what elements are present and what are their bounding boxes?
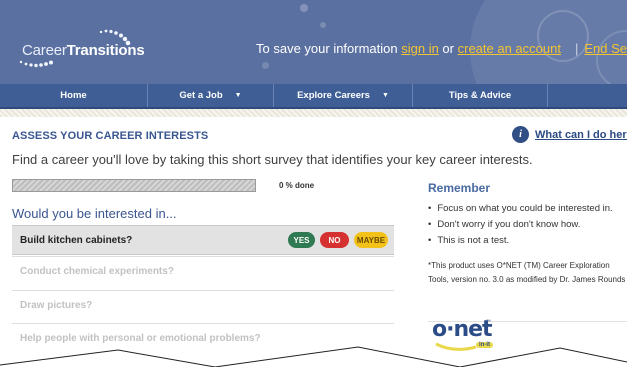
nav-item-label: Get a Job [179, 90, 223, 101]
main-nav: Home Get a Job ▼ Explore Careers ▼ Tips … [0, 84, 627, 109]
nav-item-tips-advice[interactable]: Tips & Advice [413, 84, 548, 107]
career-transitions-logo[interactable]: CareerTransitions [18, 28, 168, 68]
onet-disclaimer: *This product uses O*NET (TM) Career Exp… [428, 261, 626, 284]
create-account-link[interactable]: create an account [458, 41, 561, 56]
list-item: This is not a test. [428, 233, 613, 249]
save-info-message: To save your information sign in or crea… [256, 41, 627, 56]
nav-hatch-divider [0, 109, 627, 117]
page-title: ASSESS YOUR CAREER INTERESTS [12, 130, 209, 142]
maybe-button[interactable]: MAYBE [354, 232, 388, 248]
question-text: Build kitchen cabinets? [20, 234, 133, 246]
survey-progress-bar [12, 179, 256, 192]
question-row: Conduct chemical experiments? [12, 256, 394, 286]
logo-text-bold: Transitions [66, 42, 145, 59]
onet-logo-text: o·net [432, 317, 493, 342]
list-item: Don't worry if you don't know how. [428, 217, 613, 233]
header-divider: | [574, 41, 579, 56]
chevron-down-icon: ▼ [234, 92, 242, 99]
end-session-link[interactable]: End Sessio [584, 41, 627, 56]
chevron-down-icon: ▼ [381, 92, 389, 99]
onet-logo-tm: ™ [486, 319, 491, 325]
nav-item-label: Explore Careers [297, 90, 370, 101]
nav-item-get-a-job[interactable]: Get a Job ▼ [148, 84, 274, 107]
help-link-text: What can I do here? [535, 128, 627, 141]
yes-button[interactable]: YES [288, 232, 315, 248]
nav-item-label: Home [60, 90, 87, 101]
intro-text: Find a career you'll love by taking this… [12, 152, 533, 167]
site-header: CareerTransitions To save your informati… [0, 0, 627, 84]
save-info-text: To save your information [256, 41, 402, 56]
remember-list: Focus on what you could be interested in… [428, 201, 613, 249]
question-text: Draw pictures? [20, 300, 93, 311]
torn-edge-decoration [0, 346, 627, 367]
logo-text: CareerTransitions [22, 42, 145, 59]
sign-in-link[interactable]: sign in [401, 41, 439, 56]
question-text: Conduct chemical experiments? [20, 266, 174, 277]
or-text: or [438, 41, 458, 56]
header-decoration [300, 4, 308, 12]
nav-item-home[interactable]: Home [0, 84, 148, 107]
header-decoration [320, 22, 326, 28]
progress-label: 0 % done [279, 181, 315, 190]
remember-heading: Remember [428, 181, 491, 195]
header-decoration [262, 62, 269, 69]
answer-buttons: YES NO MAYBE [288, 232, 388, 248]
list-item: Focus on what you could be interested in… [428, 201, 612, 217]
question-row: Draw pictures? [12, 290, 394, 320]
nav-item-label: Tips & Advice [448, 90, 512, 101]
question-heading: Would you be interested in... [12, 206, 177, 221]
question-row-active: Build kitchen cabinets? YES NO MAYBE [12, 225, 394, 255]
info-icon: i [512, 126, 529, 143]
help-link[interactable]: i What can I do here? [512, 126, 627, 143]
logo-text-light: Career [22, 42, 67, 59]
no-button[interactable]: NO [320, 232, 349, 248]
nav-item-explore-careers[interactable]: Explore Careers ▼ [274, 84, 413, 107]
